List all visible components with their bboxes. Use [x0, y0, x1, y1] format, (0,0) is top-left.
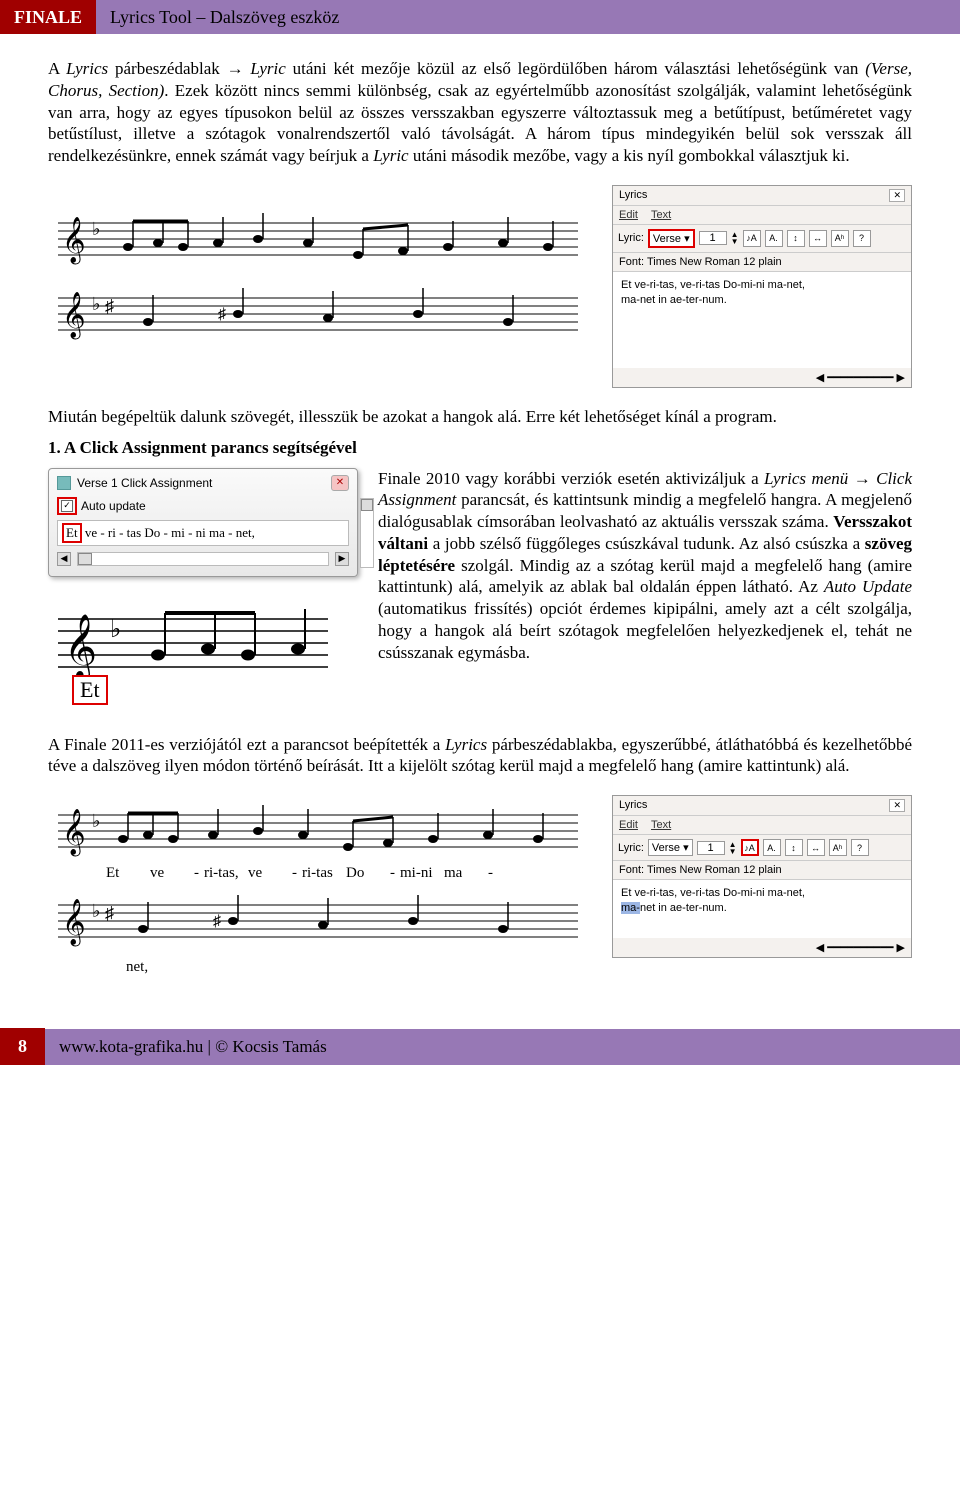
vertical-slider[interactable]: [360, 498, 374, 568]
svg-text:♯: ♯: [105, 903, 114, 923]
lyric-number-input[interactable]: 1: [697, 841, 725, 855]
header-right: Lyrics Tool – Dalszöveg eszköz: [96, 0, 353, 34]
horizontal-slider[interactable]: ◀ ▶: [57, 552, 349, 566]
lyric-label: Lyric:: [618, 232, 644, 244]
toolbar-button-a[interactable]: ♪A: [743, 230, 761, 247]
header-left: FINALE: [0, 0, 96, 34]
toolbar-button-assign[interactable]: ♪A: [741, 839, 759, 856]
menu-edit[interactable]: Edit: [619, 209, 638, 221]
font-label: Font:: [619, 864, 644, 876]
toolbar-button-e[interactable]: Aʰ: [831, 230, 849, 247]
svg-text:𝄞: 𝄞: [62, 899, 86, 947]
close-icon[interactable]: ✕: [889, 799, 905, 812]
toolbar-help-icon[interactable]: ?: [851, 839, 869, 856]
svg-text:𝄞: 𝄞: [64, 614, 97, 681]
selected-syllable: ma-: [621, 902, 640, 914]
score-row-1: 𝄞 ♭ 𝄞 ♭ ♯ ♯ Lyrics ✕ E: [48, 185, 912, 388]
auto-update-checkbox[interactable]: ✓: [61, 500, 73, 512]
slider-thumb[interactable]: [78, 553, 92, 565]
svg-text:𝄞: 𝄞: [62, 292, 86, 340]
click-win-title: Verse 1 Click Assignment: [77, 476, 212, 490]
auto-update-label: Auto update: [81, 499, 146, 513]
font-value: Times New Roman 12 plain: [647, 864, 782, 876]
et-syllable-label: Et: [72, 675, 108, 705]
svg-text:𝄞: 𝄞: [62, 809, 86, 857]
click-staff: 𝄞 ♭ Et: [48, 599, 358, 714]
lyric-number-stepper[interactable]: ▲▼: [729, 841, 737, 855]
finale-icon: [57, 476, 71, 490]
lyrics-window-2: Lyrics ✕ Edit Text Lyric: Verse ▾ 1 ▲▼ ♪…: [612, 795, 912, 958]
paragraph-2: Miután begépeltük dalunk szövegét, illes…: [48, 406, 912, 428]
toolbar-button-b[interactable]: A.: [763, 839, 781, 856]
lyrics-textarea[interactable]: Et ve-ri-tas, ve-ri-tas Do-mi-ni ma-net,…: [613, 880, 911, 938]
font-label: Font:: [619, 256, 644, 268]
close-icon[interactable]: ✕: [331, 475, 349, 491]
vslider-thumb[interactable]: [361, 499, 373, 511]
score-row-2: 𝄞♭ 𝄞♭♯ ♯ Etve-ri-tas,ve-ri-tasDo-mi-nima…: [48, 795, 912, 976]
svg-text:♯: ♯: [213, 913, 221, 930]
svg-text:♯: ♯: [218, 306, 226, 323]
toolbar-button-d[interactable]: ↔: [809, 230, 827, 247]
lyrics-window-title: Lyrics: [619, 799, 647, 812]
menu-text[interactable]: Text: [651, 819, 671, 831]
lyric-type-select[interactable]: Verse ▾: [648, 229, 695, 248]
svg-text:♭: ♭: [92, 901, 101, 921]
music-staff-1: 𝄞 ♭ 𝄞 ♭ ♯ ♯: [48, 203, 598, 263]
section-heading-1: 1. A Click Assignment parancs segítségév…: [48, 438, 912, 458]
menu-text[interactable]: Text: [651, 209, 671, 221]
lyric-type-select[interactable]: Verse ▾: [648, 839, 693, 856]
toolbar-button-d[interactable]: ↔: [807, 839, 825, 856]
svg-text:𝄞: 𝄞: [62, 217, 86, 265]
lyric-number-input[interactable]: 1: [699, 231, 727, 245]
toolbar-button-c[interactable]: ↕: [785, 839, 803, 856]
page-number: 8: [0, 1028, 45, 1065]
lyric-label: Lyric:: [618, 842, 644, 854]
slider-left-icon[interactable]: ◀: [57, 552, 71, 566]
menu-edit[interactable]: Edit: [619, 819, 638, 831]
toolbar-button-b[interactable]: A.: [765, 230, 783, 247]
lyrics-scrollbar[interactable]: ◀ ━━━━━━━━━━ ▶: [613, 368, 911, 387]
lyrics-window-title: Lyrics: [619, 189, 647, 202]
lyrics-window: Lyrics ✕ Edit Text Lyric: Verse ▾ 1 ▲▼ ♪…: [612, 185, 912, 388]
font-value: Times New Roman 12 plain: [647, 256, 782, 268]
syllable-highlight: Et: [62, 523, 82, 543]
toolbar-button-e[interactable]: Aʰ: [829, 839, 847, 856]
paragraph-3: Finale 2010 vagy korábbi verziók esetén …: [378, 468, 912, 704]
click-assignment-window: Verse 1 Click Assignment ✕ ✓ Auto update…: [48, 468, 358, 577]
click-assignment-column: Verse 1 Click Assignment ✕ ✓ Auto update…: [48, 468, 358, 714]
svg-text:♭: ♭: [92, 294, 101, 314]
svg-text:♭: ♭: [92, 219, 101, 239]
svg-text:♯: ♯: [105, 296, 114, 316]
toolbar-help-icon[interactable]: ?: [853, 230, 871, 247]
lyrics-textarea[interactable]: Et ve-ri-tas, ve-ri-tas Do-mi-ni ma-net,…: [613, 272, 911, 368]
auto-update-highlight: ✓: [57, 497, 77, 515]
lyric-number-stepper[interactable]: ▲▼: [731, 231, 739, 245]
slider-right-icon[interactable]: ▶: [335, 552, 349, 566]
svg-text:♭: ♭: [110, 617, 121, 643]
toolbar-button-c[interactable]: ↕: [787, 230, 805, 247]
page-header: FINALE Lyrics Tool – Dalszöveg eszköz: [0, 0, 960, 34]
paragraph-1: A Lyrics párbeszédablak → Lyric utáni ké…: [48, 58, 912, 167]
paragraph-4: A Finale 2011-es verziójától ezt a paran…: [48, 734, 912, 778]
page-footer: 8 www.kota-grafika.hu | © Kocsis Tamás: [0, 1028, 960, 1065]
click-lyric-display: Et ve - ri - tas Do - mi - ni ma - net,: [57, 520, 349, 546]
staff-svg: 𝄞 ♭ 𝄞 ♭ ♯ ♯: [48, 203, 588, 353]
footer-text: www.kota-grafika.hu | © Kocsis Tamás: [45, 1029, 960, 1065]
svg-text:♭: ♭: [92, 811, 101, 831]
close-icon[interactable]: ✕: [889, 189, 905, 202]
lyrics-scrollbar[interactable]: ◀ ━━━━━━━━━━ ▶: [613, 938, 911, 957]
